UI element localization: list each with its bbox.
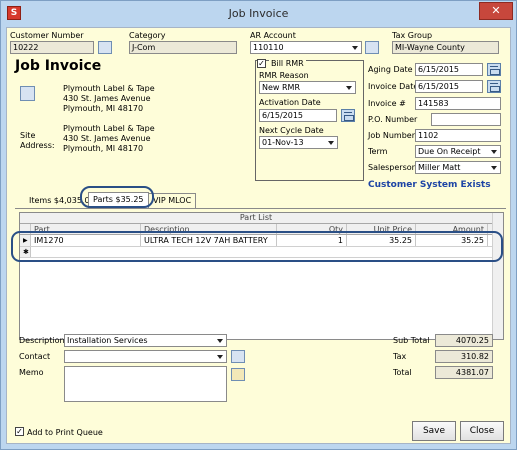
category-label: Category — [129, 31, 166, 40]
ar-account-label: AR Account — [250, 31, 296, 40]
bill-to-city: Plymouth, MI 48170 — [63, 104, 144, 113]
page-title: Job Invoice — [15, 58, 102, 74]
memo-label: Memo — [19, 368, 44, 377]
window-title: Job Invoice — [228, 7, 289, 20]
site-city: Plymouth, MI 48170 — [63, 144, 144, 153]
activation-date-field[interactable]: 6/15/2015 — [259, 109, 337, 122]
add-to-print-queue-label: Add to Print Queue — [27, 428, 103, 437]
invoice-number-field[interactable]: 141583 — [415, 97, 501, 110]
rmr-reason-select[interactable]: New RMR — [259, 81, 356, 94]
next-cycle-label: Next Cycle Date — [259, 126, 324, 135]
total-field: 4381.07 — [435, 366, 493, 379]
description-select[interactable]: Installation Services — [64, 334, 227, 347]
row-highlight — [11, 231, 503, 262]
term-label: Term — [368, 147, 388, 156]
save-button[interactable]: Save — [412, 421, 456, 441]
contact-card-icon[interactable] — [231, 350, 245, 363]
invoice-calendar-icon[interactable] — [487, 80, 501, 93]
term-select[interactable]: Due On Receipt — [415, 145, 501, 158]
bill-rmr-checkbox[interactable]: ✓ — [257, 59, 266, 68]
site-label: Site — [20, 131, 36, 140]
rmr-reason-label: RMR Reason — [259, 71, 309, 80]
bill-to-name: Plymouth Label & Tape — [63, 84, 155, 93]
site-name: Plymouth Label & Tape — [63, 124, 155, 133]
sub-total-label: Sub Total — [393, 336, 430, 345]
activation-calendar-icon[interactable] — [341, 109, 355, 122]
site-street: 430 St. James Avenue — [63, 134, 151, 143]
tax-label: Tax — [393, 352, 407, 361]
memo-arrow-icon[interactable] — [231, 368, 245, 381]
invoice-number-label: Invoice # — [368, 99, 406, 108]
ar-account-select[interactable]: 110110 — [250, 41, 362, 54]
customer-number-field: 10222 — [10, 41, 94, 54]
tax-group-label: Tax Group — [392, 31, 433, 40]
bill-rmr-label: Bill RMR — [269, 59, 306, 68]
aging-date-field[interactable]: 6/15/2015 — [415, 63, 483, 76]
tab-divider — [15, 208, 506, 209]
sub-total-field: 4070.25 — [435, 334, 493, 347]
parts-tab-highlight — [80, 186, 154, 208]
salesperson-select[interactable]: Miller Matt — [415, 161, 501, 174]
total-label: Total — [393, 368, 412, 377]
tab-vip-mloc[interactable]: VIP MLOC — [148, 193, 197, 208]
memo-textarea[interactable] — [64, 366, 227, 402]
client-area: Customer Number 10222 Category J-Com AR … — [6, 27, 511, 444]
contact-select[interactable] — [64, 350, 227, 363]
activation-date-label: Activation Date — [259, 98, 321, 107]
contact-label: Contact — [19, 352, 51, 361]
site-address-label: Address: — [20, 141, 55, 150]
next-cycle-select[interactable]: 01-Nov-13 — [259, 136, 338, 149]
salesperson-label: Salesperson — [368, 163, 417, 172]
description-label: Description — [19, 336, 65, 345]
close-window-button[interactable]: ✕ — [479, 2, 513, 20]
title-bar: S Job Invoice ✕ — [1, 1, 516, 27]
close-button[interactable]: Close — [460, 421, 504, 441]
customer-system-exists-link[interactable]: Customer System Exists — [368, 180, 491, 190]
customer-number-label: Customer Number — [10, 31, 84, 40]
invoice-date-field[interactable]: 6/15/2015 — [415, 80, 483, 93]
invoice-date-label: Invoice Date — [368, 82, 419, 91]
monitor-icon[interactable] — [365, 41, 379, 54]
aging-calendar-icon[interactable] — [487, 63, 501, 76]
job-number-field[interactable]: 1102 — [415, 129, 501, 142]
job-number-label: Job Number — [368, 131, 416, 140]
tax-group-field: MI-Wayne County — [392, 41, 499, 54]
po-number-field[interactable] — [431, 113, 501, 126]
aging-date-label: Aging Date — [368, 65, 413, 74]
customer-card-icon[interactable] — [20, 86, 35, 101]
customer-lookup-icon[interactable] — [98, 41, 112, 54]
bill-to-street: 430 St. James Avenue — [63, 94, 151, 103]
tax-field: 310.82 — [435, 350, 493, 363]
po-number-label: P.O. Number — [368, 115, 418, 124]
grid-title: Part List — [20, 213, 492, 224]
add-to-print-queue-checkbox[interactable]: ✓ — [15, 427, 24, 436]
category-field: J-Com — [129, 41, 237, 54]
